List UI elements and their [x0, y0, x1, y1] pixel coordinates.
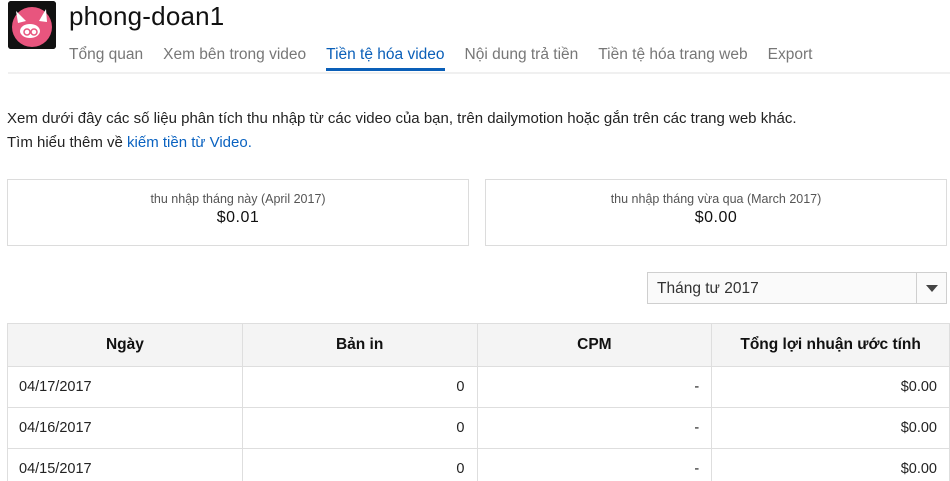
table-row: 04/16/2017 0 - $0.00 — [7, 407, 950, 449]
card-value: $0.00 — [694, 209, 738, 226]
intro-line-1: Xem dưới đây các số liệu phân tích thu n… — [7, 110, 797, 127]
cell-date: 04/16/2017 — [7, 407, 243, 449]
intro-text: Xem dưới đây các số liệu phân tích thu n… — [7, 107, 797, 155]
column-header-impressions[interactable]: Bản in — [241, 323, 478, 367]
earnings-last-month-card: thu nhập tháng vừa qua (March 2017) $0.0… — [485, 179, 947, 246]
cell-cpm: - — [476, 407, 713, 449]
tab-video-monetization[interactable]: Tiền tệ hóa video — [326, 46, 445, 71]
pink-mascot-icon — [8, 1, 56, 49]
cell-cpm: - — [476, 448, 713, 481]
earnings-table: Ngày Bản in CPM Tổng lợi nhuận ước tính … — [7, 323, 950, 481]
intro-line-2: Tìm hiểu thêm về kiếm tiền từ Video. — [7, 131, 797, 155]
column-header-estimated-revenue[interactable]: Tổng lợi nhuận ước tính — [711, 323, 950, 367]
tab-overview[interactable]: Tổng quan — [69, 46, 143, 71]
card-label: thu nhập tháng này (April 2017) — [150, 192, 326, 206]
tab-insights[interactable]: Xem bên trong video — [163, 46, 306, 71]
tab-paid-content[interactable]: Nội dung trả tiền — [465, 46, 579, 71]
intro-line-2-prefix: Tìm hiểu thêm về — [7, 134, 128, 151]
tab-export[interactable]: Export — [768, 46, 813, 71]
learn-more-link[interactable]: kiếm tiền từ Video. — [127, 134, 252, 151]
nav-tabs: Tổng quan Xem bên trong video Tiền tệ hó… — [69, 46, 832, 71]
channel-name: phong-doan1 — [69, 1, 225, 31]
cell-date: 04/15/2017 — [7, 448, 243, 481]
card-value: $0.01 — [216, 209, 260, 226]
cell-revenue: $0.00 — [711, 366, 950, 408]
cell-cpm: - — [476, 366, 713, 408]
cell-revenue: $0.00 — [711, 448, 950, 481]
chevron-down-icon[interactable] — [916, 273, 946, 303]
column-header-date[interactable]: Ngày — [7, 323, 243, 367]
tab-website-monetization[interactable]: Tiền tệ hóa trang web — [598, 46, 747, 71]
header-divider — [8, 72, 950, 74]
cell-impressions: 0 — [241, 366, 478, 408]
cell-date: 04/17/2017 — [7, 366, 243, 408]
month-select[interactable]: Tháng tư 2017 — [647, 272, 947, 304]
cell-impressions: 0 — [241, 407, 478, 449]
table-header-row: Ngày Bản in CPM Tổng lợi nhuận ước tính — [7, 323, 950, 367]
table-row: 04/15/2017 0 - $0.00 — [7, 448, 950, 481]
table-row: 04/17/2017 0 - $0.00 — [7, 366, 950, 408]
channel-header: phong-doan1 Tổng quan Xem bên trong vide… — [0, 0, 950, 74]
cell-revenue: $0.00 — [711, 407, 950, 449]
channel-avatar[interactable] — [8, 1, 56, 49]
earnings-this-month-card: thu nhập tháng này (April 2017) $0.01 — [7, 179, 469, 246]
column-header-cpm[interactable]: CPM — [476, 323, 713, 367]
month-select-value: Tháng tư 2017 — [657, 280, 759, 297]
card-label: thu nhập tháng vừa qua (March 2017) — [610, 192, 822, 206]
cell-impressions: 0 — [241, 448, 478, 481]
